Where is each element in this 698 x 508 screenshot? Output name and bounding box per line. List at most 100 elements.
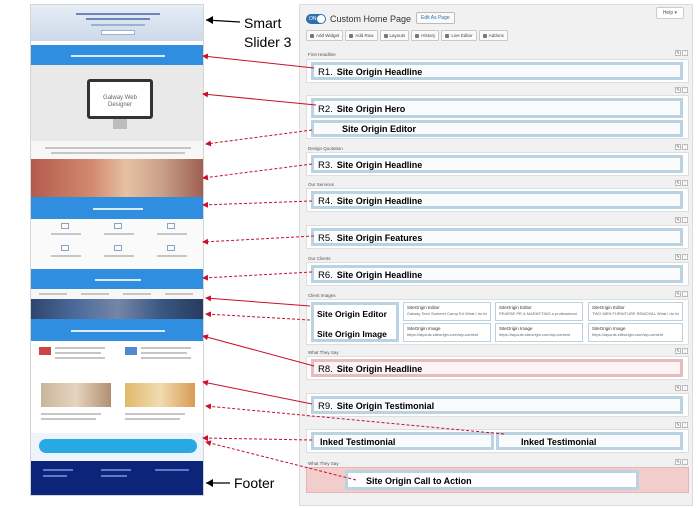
widget-inked-testimonial-1[interactable]: Inked Testimonial — [311, 432, 494, 450]
arrow-r4 — [202, 200, 313, 208]
row-controls[interactable]: ✎ ⋮ — [675, 50, 688, 56]
history-icon — [415, 33, 420, 38]
page-builder-panel: Help ▾ ON Custom Home Page Edit As Page … — [299, 4, 693, 506]
menu-icon[interactable]: ⋮ — [682, 50, 688, 56]
row-our-clients[interactable]: R6. Site Origin Headline — [306, 262, 689, 286]
row-controls[interactable]: ✎ ⋮ — [675, 291, 688, 297]
preview-banner-testimonials — [31, 319, 203, 341]
eye-icon — [445, 33, 450, 38]
wrench-icon[interactable]: ✎ — [675, 422, 681, 428]
toggle-on-label: ON — [309, 16, 317, 22]
menu-icon[interactable]: ⋮ — [682, 459, 688, 465]
row-controls[interactable]: ✎ ⋮ — [675, 180, 688, 186]
arrow-inked-1 — [202, 435, 313, 442]
widget-client-editor-3[interactable]: SiteOrigin Editor PEARSE PR & MARKETING … — [495, 302, 583, 321]
builder-toggle[interactable]: ON — [306, 14, 326, 24]
row-client-images[interactable]: Site Origin Editor Site Origin Image Sit… — [306, 299, 689, 345]
wrench-icon[interactable]: ✎ — [675, 50, 681, 56]
row-controls[interactable]: ✎ ⋮ — [675, 87, 688, 93]
widget-headline[interactable]: R6. Site Origin Headline — [311, 265, 683, 283]
widget-inked-testimonial-2[interactable]: Inked Testimonial — [496, 432, 683, 450]
wrench-icon[interactable]: ✎ — [675, 385, 681, 391]
row-design-quotation[interactable]: R3. Site Origin Headline — [306, 152, 689, 176]
menu-icon[interactable]: ⋮ — [682, 385, 688, 391]
arrow-r6 — [202, 271, 313, 281]
wrench-icon[interactable]: ✎ — [675, 87, 681, 93]
row-what-they-say[interactable]: R8. Site Origin Headline — [306, 356, 689, 380]
widget-client-image-4[interactable]: SiteOrigin Image https://layouts.siteori… — [588, 323, 683, 342]
widget-client-editor-4[interactable]: SiteOrigin Editor TWO MEN FURNITURE REMO… — [588, 302, 683, 321]
layout-icon — [383, 33, 388, 38]
preview-footer — [31, 461, 203, 495]
row-controls[interactable]: ✎ ⋮ — [675, 217, 688, 223]
arrowhead-footer — [206, 479, 213, 487]
row-first-headline[interactable]: R1. Site Origin Headline — [306, 59, 689, 83]
wrench-icon[interactable]: ✎ — [675, 180, 681, 186]
arrow-r1 — [202, 53, 315, 69]
add-row-button[interactable]: Add Row — [345, 30, 378, 41]
page-title: Custom Home Page — [330, 14, 412, 24]
widget-hero[interactable]: R2. Site Origin Hero — [311, 98, 683, 118]
arrow-r8 — [202, 334, 315, 367]
menu-icon[interactable]: ⋮ — [682, 254, 688, 260]
wrench-icon[interactable]: ✎ — [675, 144, 681, 150]
help-button[interactable]: Help ▾ — [655, 7, 684, 19]
widget-headline[interactable]: R4. Site Origin Headline — [311, 191, 683, 209]
arrow-smart-slider — [205, 19, 241, 23]
row-controls[interactable]: ✎ ⋮ — [675, 385, 688, 391]
menu-icon[interactable]: ⋮ — [682, 348, 688, 354]
row-call-to-action[interactable]: Site Origin Call to Action — [306, 467, 689, 493]
preview-call-to-action — [31, 433, 203, 461]
menu-icon[interactable]: ⋮ — [682, 180, 688, 186]
row-controls[interactable]: ✎ ⋮ — [675, 348, 688, 354]
widget-headline[interactable]: R3. Site Origin Headline — [311, 155, 683, 173]
preview-banner-services — [31, 197, 203, 219]
widget-client-image-2[interactable]: SiteOrigin Image https://layouts.siteori… — [403, 323, 491, 342]
arrow-client-images — [205, 295, 311, 307]
menu-icon[interactable]: ⋮ — [682, 217, 688, 223]
widget-client-image-3[interactable]: SiteOrigin Image https://layouts.siteori… — [495, 323, 583, 342]
add-widget-button[interactable]: Add Widget — [306, 30, 344, 41]
row-testimonial[interactable]: R9. Site Origin Testimonial — [306, 393, 689, 417]
addons-button[interactable]: Addons — [478, 30, 508, 41]
edit-as-page-button[interactable]: Edit As Page — [416, 12, 455, 24]
row-controls[interactable]: ✎ ⋮ — [675, 144, 688, 150]
widget-client-editor-2[interactable]: SiteOrigin Editor Galway Tech Summer Cam… — [403, 302, 491, 321]
row-title-first-headline: First Headline — [308, 52, 336, 57]
history-button[interactable]: History — [411, 30, 440, 41]
preview-client-names — [31, 289, 203, 299]
menu-icon[interactable]: ⋮ — [682, 291, 688, 297]
widget-headline[interactable]: R8. Site Origin Headline — [311, 359, 683, 377]
row-hero-editor[interactable]: R2. Site Origin Hero Site Origin Editor — [306, 95, 689, 139]
menu-icon[interactable]: ⋮ — [682, 144, 688, 150]
wrench-icon[interactable]: ✎ — [675, 254, 681, 260]
arrow-client-image — [205, 311, 311, 321]
wrench-icon[interactable]: ✎ — [675, 348, 681, 354]
wrench-icon[interactable]: ✎ — [675, 459, 681, 465]
widget-headline[interactable]: R1. Site Origin Headline — [311, 62, 683, 80]
smart-slider-label: Smart Slider 3 — [244, 15, 292, 50]
plus-icon — [310, 33, 314, 38]
wrench-icon[interactable]: ✎ — [675, 217, 681, 223]
wrench-icon[interactable]: ✎ — [675, 291, 681, 297]
widget-editor[interactable]: Site Origin Editor — [311, 120, 683, 137]
puzzle-icon — [482, 33, 487, 38]
arrow-r5 — [202, 235, 315, 245]
widget-client-column-1[interactable]: Site Origin Editor Site Origin Image — [311, 302, 399, 342]
layouts-button[interactable]: Layouts — [379, 30, 410, 41]
widget-testimonial[interactable]: R9. Site Origin Testimonial — [311, 396, 683, 414]
widget-call-to-action[interactable]: Site Origin Call to Action — [345, 470, 639, 490]
widget-features[interactable]: R5. Site Origin Features — [311, 228, 683, 246]
page-preview: Galway Web Designer — [30, 4, 204, 496]
arrow-editor — [205, 129, 313, 147]
preview-inked-testimonials — [31, 381, 203, 433]
row-features[interactable]: R5. Site Origin Features — [306, 225, 689, 249]
row-controls[interactable]: ✎ ⋮ — [675, 459, 688, 465]
live-editor-button[interactable]: Live Editor — [441, 30, 477, 41]
row-inked-testimonials[interactable]: Inked Testimonial Inked Testimonial — [306, 429, 689, 453]
menu-icon[interactable]: ⋮ — [682, 87, 688, 93]
row-controls[interactable]: ✎ ⋮ — [675, 422, 688, 428]
menu-icon[interactable]: ⋮ — [682, 422, 688, 428]
row-controls[interactable]: ✎ ⋮ — [675, 254, 688, 260]
row-our-services[interactable]: R4. Site Origin Headline — [306, 188, 689, 212]
